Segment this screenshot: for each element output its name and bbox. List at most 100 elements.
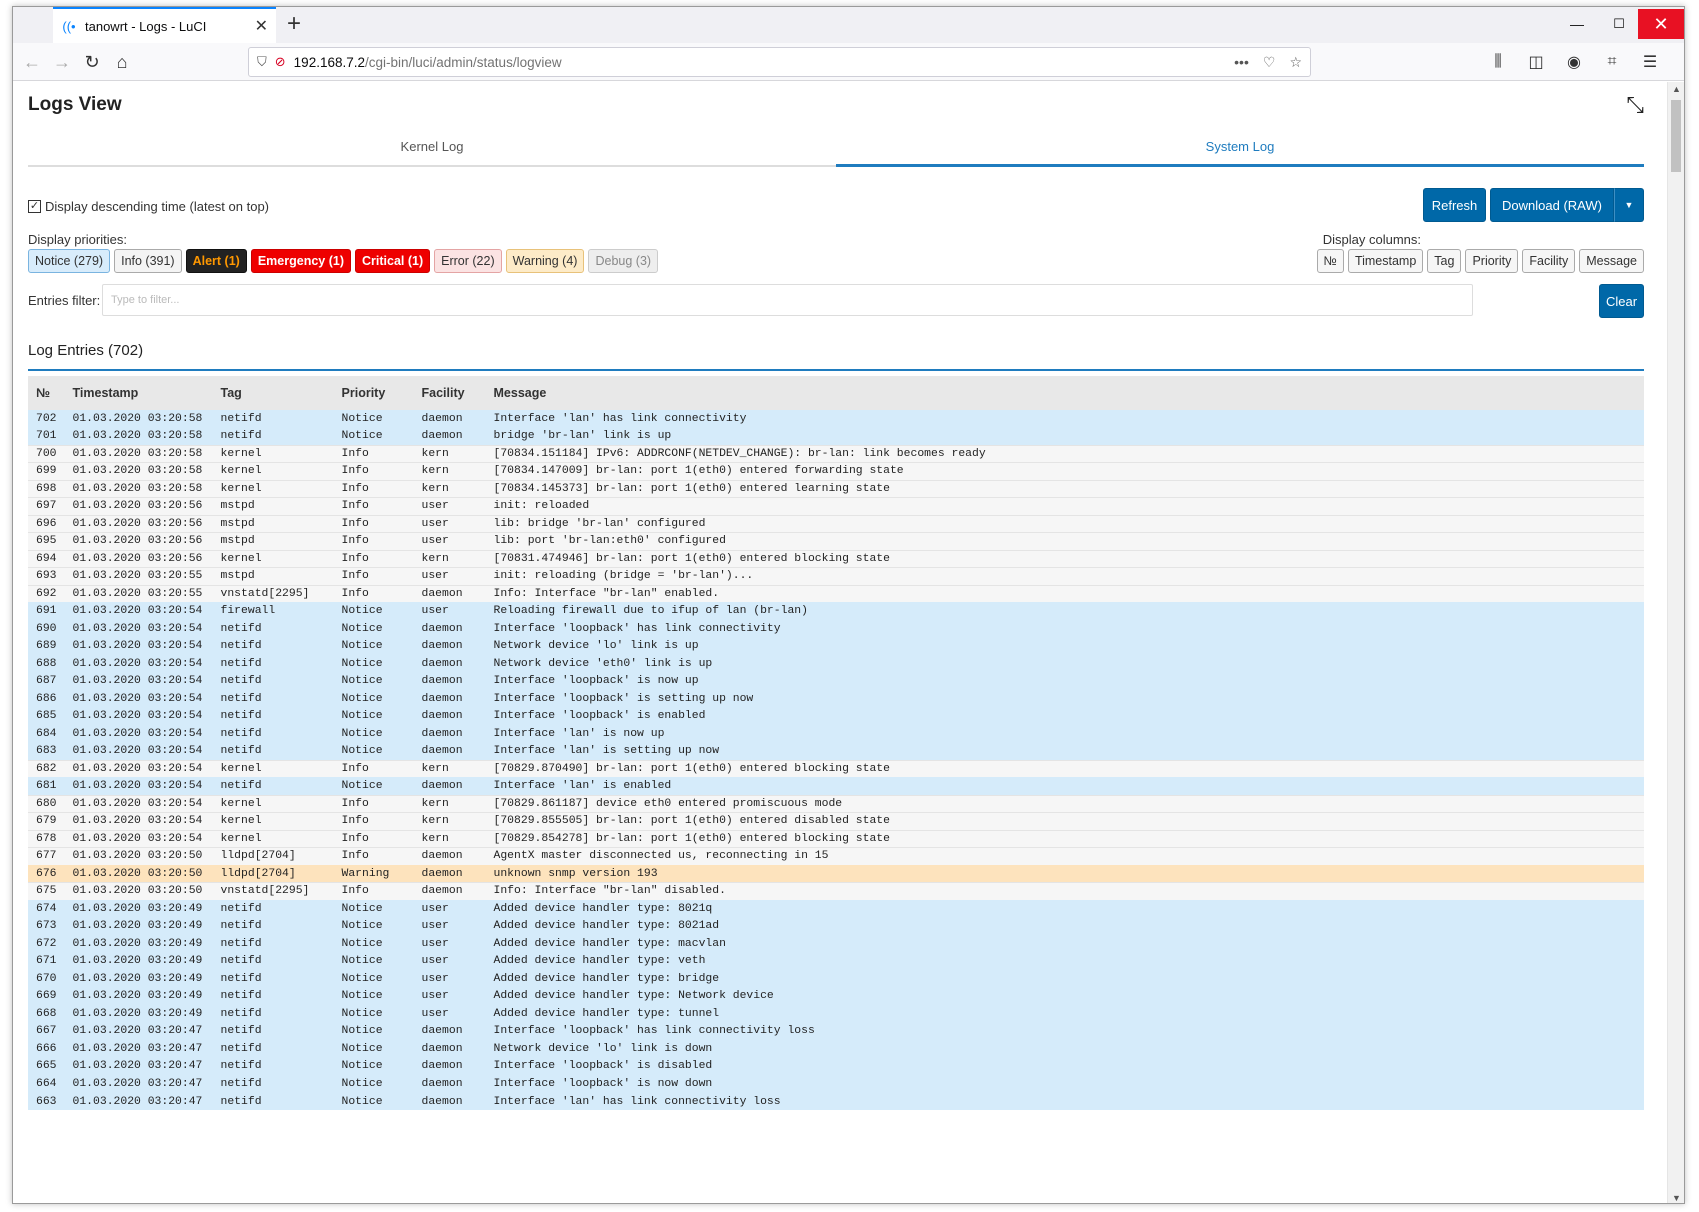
back-arrow-icon[interactable]: ← — [18, 48, 46, 76]
cell-timestamp: 01.03.2020 03:20:58 — [64, 479, 213, 498]
cell-number: 668 — [28, 1004, 65, 1023]
bookmark-star-icon[interactable]: ☆ — [1289, 54, 1302, 71]
cell-message: [70831.474946] br-lan: port 1(eth0) ente… — [485, 549, 1644, 568]
cell-number: 682 — [28, 759, 65, 778]
cell-number: 701 — [28, 427, 65, 445]
tab-system-log[interactable]: System Log — [836, 132, 1644, 167]
refresh-button[interactable]: Refresh — [1423, 188, 1486, 222]
window-close-icon[interactable]: ✕ — [1638, 9, 1684, 39]
cell-number: 679 — [28, 812, 65, 830]
table-row: 698 01.03.2020 03:20:58 kernel Info kern [708… — [28, 479, 1644, 498]
cell-message: Network device 'lo' link is up — [485, 637, 1644, 655]
priority-emergency-toggle[interactable]: Emergency (1) — [250, 249, 351, 273]
cell-priority: Notice — [333, 1039, 414, 1058]
cell-message: Interface 'loopback' has link connectivi… — [485, 1022, 1644, 1040]
cell-tag: kernel — [212, 462, 334, 480]
cell-priority: Notice — [333, 952, 414, 970]
maximize-icon[interactable]: ☐ — [1598, 9, 1640, 39]
descending-time-checkbox[interactable]: ✓ — [28, 200, 41, 213]
table-row: 672 01.03.2020 03:20:49 netifd Notice user Ad… — [28, 934, 1644, 953]
priority-warning-toggle[interactable]: Warning (4) — [505, 249, 585, 273]
table-row: 665 01.03.2020 03:20:47 netifd Notice daemon… — [28, 1057, 1644, 1075]
menu-icon[interactable]: ☰ — [1636, 48, 1664, 76]
forward-arrow-icon[interactable]: → — [48, 48, 76, 76]
minimize-icon[interactable]: — — [1556, 9, 1598, 39]
cell-facility: daemon — [413, 1039, 486, 1058]
url-text[interactable]: 192.168.7.2/cgi-bin/luci/admin/status/lo… — [294, 55, 1226, 70]
column-timestamp-toggle[interactable]: Timestamp — [1347, 249, 1424, 273]
table-row: 682 01.03.2020 03:20:54 kernel Info kern [708… — [28, 759, 1644, 778]
table-row: 699 01.03.2020 03:20:58 kernel Info kern [708… — [28, 462, 1644, 480]
priority-debug-toggle[interactable]: Debug (3) — [588, 249, 659, 273]
scroll-down-arrow-icon[interactable]: ▼ — [1668, 1193, 1684, 1203]
cell-priority: Notice — [333, 672, 414, 690]
cell-message: Interface 'loopback' is setting up now — [485, 689, 1644, 708]
cell-facility: daemon — [413, 882, 486, 900]
download-raw-button[interactable]: Download (RAW) — [1490, 188, 1614, 222]
cell-facility: user — [413, 602, 486, 620]
reload-icon[interactable]: ↻ — [78, 48, 106, 76]
column-message-toggle[interactable]: Message — [1579, 249, 1644, 273]
table-row: 694 01.03.2020 03:20:56 kernel Info kern [708… — [28, 549, 1644, 568]
cell-timestamp: 01.03.2020 03:20:50 — [64, 847, 213, 865]
column-facility-toggle[interactable]: Facility — [1522, 249, 1576, 273]
log-table-header: № Timestamp Tag Priority Facility Messag… — [28, 376, 1644, 410]
cell-facility: daemon — [413, 409, 486, 428]
page-actions-icon[interactable]: ••• — [1234, 54, 1249, 71]
cell-tag: netifd — [212, 969, 334, 988]
table-row: 671 01.03.2020 03:20:49 netifd Notice user Ad… — [28, 952, 1644, 970]
priority-notice-toggle[interactable]: Notice (279) — [28, 249, 111, 273]
priority-critical-toggle[interactable]: Critical (1) — [355, 249, 431, 273]
account-icon[interactable]: ◉ — [1560, 48, 1588, 76]
cell-timestamp: 01.03.2020 03:20:47 — [64, 1092, 213, 1110]
pocket-icon[interactable]: ♡ — [1263, 54, 1276, 71]
browser-tab[interactable]: ((• tanowrt - Logs - LuCI ✕ — [53, 7, 276, 43]
cell-message: Added device handler type: 8021q — [485, 899, 1644, 918]
collapse-icon[interactable]: ⤡ — [1626, 92, 1644, 118]
priority-info-toggle[interactable]: Info (391) — [114, 249, 182, 273]
cell-priority: Notice — [333, 689, 414, 708]
entries-filter-input[interactable] — [102, 284, 1473, 316]
screenshot-icon[interactable]: ⌗ — [1598, 48, 1626, 76]
address-bar[interactable]: ⛉ ⊘ 192.168.7.2/cgi-bin/luci/admin/statu… — [248, 47, 1311, 77]
new-tab-icon[interactable]: + — [287, 11, 301, 37]
cell-priority: Notice — [333, 777, 414, 795]
clear-filter-button[interactable]: Clear — [1599, 284, 1644, 318]
cell-timestamp: 01.03.2020 03:20:54 — [64, 654, 213, 673]
cell-facility: kern — [413, 549, 486, 568]
insecure-lock-icon[interactable]: ⊘ — [275, 54, 286, 70]
cell-number: 667 — [28, 1022, 65, 1040]
shield-icon[interactable]: ⛉ — [257, 54, 267, 70]
library-icon[interactable]: ⫼ — [1484, 48, 1512, 76]
table-row: 688 01.03.2020 03:20:54 netifd Notice daemon… — [28, 654, 1644, 673]
sidebar-icon[interactable]: ◫ — [1522, 48, 1550, 76]
home-icon[interactable]: ⌂ — [108, 48, 136, 76]
cell-priority: Notice — [333, 742, 414, 760]
column-priority-toggle[interactable]: Priority — [1465, 249, 1519, 273]
column-tag-toggle[interactable]: Tag — [1427, 249, 1462, 273]
caret-down-icon[interactable]: ▼ — [1614, 188, 1644, 222]
cell-timestamp: 01.03.2020 03:20:49 — [64, 917, 213, 935]
descending-time-option[interactable]: ✓ Display descending time (latest on top… — [28, 199, 269, 214]
priority-error-toggle[interactable]: Error (22) — [434, 249, 502, 273]
cell-message: Added device handler type: veth — [485, 952, 1644, 970]
cell-timestamp: 01.03.2020 03:20:54 — [64, 707, 213, 725]
cell-timestamp: 01.03.2020 03:20:49 — [64, 987, 213, 1005]
cell-tag: netifd — [212, 952, 334, 970]
close-tab-icon[interactable]: ✕ — [255, 16, 268, 36]
cell-tag: vnstatd[2295] — [212, 882, 334, 900]
table-row: 676 01.03.2020 03:20:50 lldpd[2704] Warning… — [28, 864, 1644, 883]
cell-facility: daemon — [413, 847, 486, 865]
column-number-toggle[interactable]: № — [1316, 249, 1344, 273]
priority-alert-toggle[interactable]: Alert (1) — [185, 249, 247, 273]
scroll-up-arrow-icon[interactable]: ▲ — [1668, 84, 1684, 94]
cell-number: 685 — [28, 707, 65, 725]
vertical-scrollbar[interactable]: ▲ ▼ — [1667, 82, 1684, 1203]
cell-tag: lldpd[2704] — [212, 864, 334, 883]
scrollbar-thumb[interactable] — [1671, 100, 1681, 172]
cell-tag: vnstatd[2295] — [212, 584, 334, 603]
cell-priority: Info — [333, 847, 414, 865]
tab-kernel-log[interactable]: Kernel Log — [28, 132, 836, 165]
cell-number: 680 — [28, 794, 65, 813]
filter-label: Entries filter: — [28, 293, 101, 308]
